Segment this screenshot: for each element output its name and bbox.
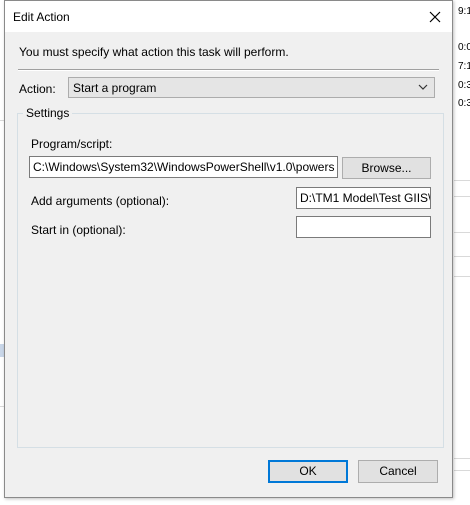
edit-action-dialog: Edit Action You must specify what action…	[4, 0, 453, 498]
close-icon	[429, 11, 441, 22]
background-divider	[454, 256, 470, 257]
dialog-title: Edit Action	[13, 10, 70, 24]
ok-button[interactable]: OK	[268, 460, 348, 483]
add-arguments-value: D:\TM1 Model\Test GIIS\	[300, 191, 431, 205]
background-time-text: 0:0	[458, 42, 470, 53]
close-button[interactable]	[418, 1, 452, 32]
action-label: Action:	[19, 82, 56, 96]
program-script-value: C:\Windows\System32\WindowsPowerShell\v1…	[33, 160, 335, 174]
title-bar: Edit Action	[5, 1, 452, 32]
program-script-label: Program/script:	[31, 137, 113, 151]
action-select-value: Start a program	[73, 81, 157, 95]
chevron-down-icon	[418, 84, 428, 90]
divider	[18, 69, 439, 71]
add-arguments-input[interactable]: D:\TM1 Model\Test GIIS\	[296, 187, 431, 209]
background-window-strip: 9:1 0:0 7:1 0:3 0:3	[454, 0, 470, 505]
settings-group-label: Settings	[23, 106, 73, 120]
cancel-button[interactable]: Cancel	[358, 460, 438, 483]
info-text: You must specify what action this task w…	[19, 45, 289, 59]
start-in-label: Start in (optional):	[31, 223, 126, 237]
background-divider	[454, 180, 470, 181]
background-divider	[454, 196, 470, 197]
add-arguments-label: Add arguments (optional):	[31, 194, 170, 208]
background-divider	[454, 470, 470, 471]
background-time-text: 0:3	[458, 98, 470, 109]
background-divider	[454, 276, 470, 277]
background-time-text: 0:3	[458, 80, 470, 91]
browse-button[interactable]: Browse...	[342, 157, 431, 179]
start-in-input[interactable]	[296, 216, 431, 238]
background-time-text: 7:1	[458, 61, 470, 72]
background-divider	[454, 232, 470, 233]
action-select[interactable]: Start a program	[68, 77, 435, 98]
background-divider	[454, 458, 470, 459]
program-script-input[interactable]: C:\Windows\System32\WindowsPowerShell\v1…	[29, 156, 338, 178]
background-time-text: 9:1	[458, 6, 470, 17]
